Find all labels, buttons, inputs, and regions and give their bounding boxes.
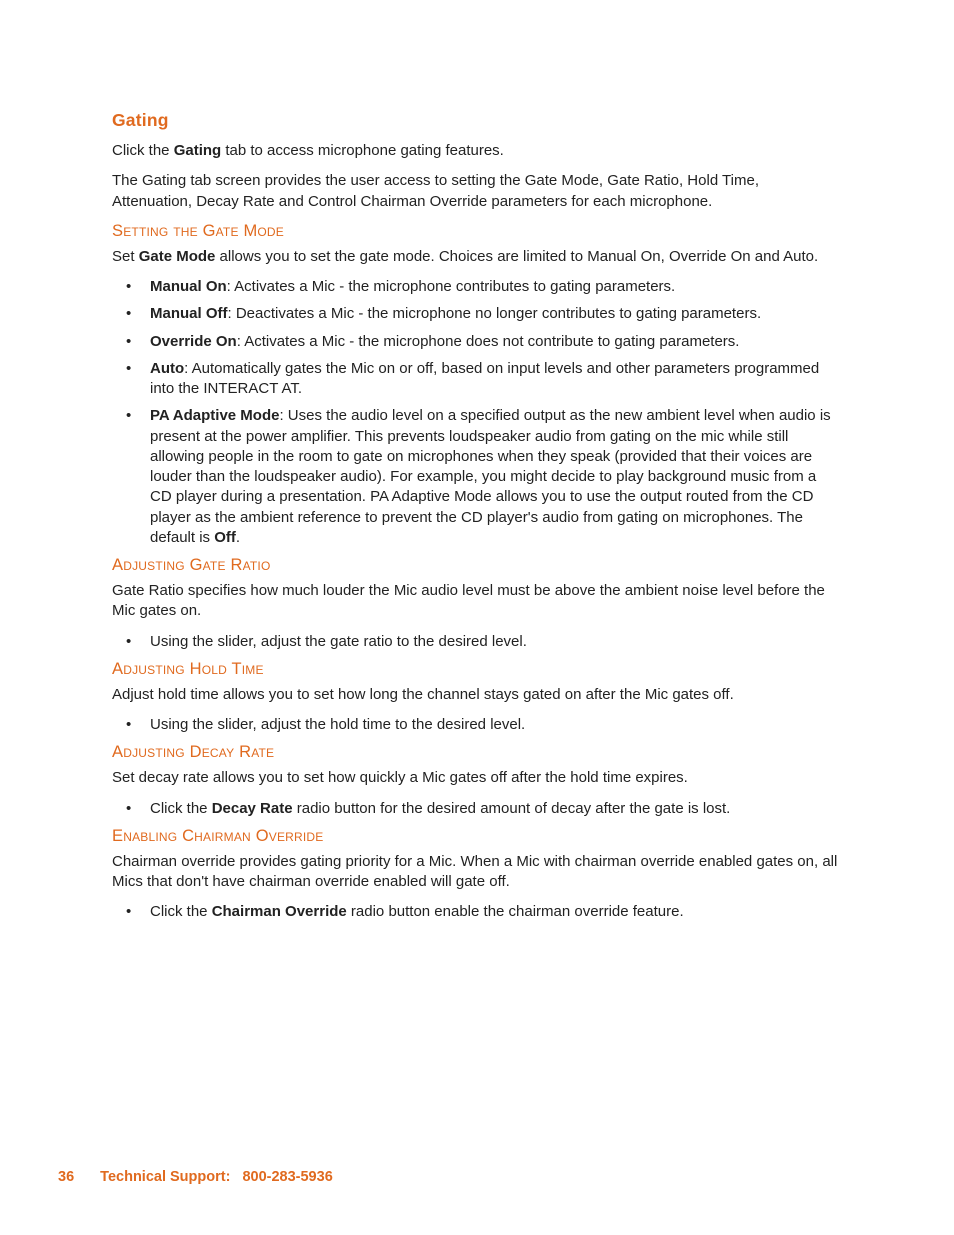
item-text: : Automatically gates the Mic on or off,… [150,360,819,397]
item-label: Override On [150,333,237,350]
decay-rate-para: Set decay rate allows you to set how qui… [112,768,842,788]
decay-rate-list: Click the Decay Rate radio button for th… [112,799,842,819]
bold-off: Off [214,529,236,546]
text: Click the [150,800,212,817]
bold-gating: Gating [174,142,222,159]
item-text: : Activates a Mic - the microphone does … [237,333,740,350]
page-number: 36 [58,1169,74,1185]
subhead-decay-rate: Adjusting Decay Rate [112,743,842,762]
page-footer: 36 Technical Support: 800-283-5936 [58,1169,333,1185]
intro-click: Click the Gating tab to access microphon… [112,141,842,161]
chairman-list: Click the Chairman Override radio button… [112,902,842,922]
list-item: Auto: Automatically gates the Mic on or … [112,359,842,400]
item-label: Manual Off [150,305,228,322]
text: tab to access microphone gating features… [221,142,504,159]
subhead-setting-gate-mode: Setting the Gate Mode [112,222,842,241]
list-item: PA Adaptive Mode: Uses the audio level o… [112,406,842,548]
list-item: Manual Off: Deactivates a Mic - the micr… [112,304,842,324]
gate-ratio-list: Using the slider, adjust the gate ratio … [112,632,842,652]
subhead-gate-ratio: Adjusting Gate Ratio [112,556,842,575]
bold-chairman-override: Chairman Override [212,903,347,920]
gate-mode-list: Manual On: Activates a Mic - the microph… [112,277,842,548]
subhead-chairman: Enabling Chairman Override [112,827,842,846]
item-label: PA Adaptive Mode [150,407,279,424]
text: Set [112,248,139,265]
list-item: Using the slider, adjust the gate ratio … [112,632,842,652]
page-content: Gating Click the Gating tab to access mi… [0,0,954,923]
item-label: Manual On [150,278,227,295]
item-text: : Activates a Mic - the microphone contr… [227,278,676,295]
list-item: Override On: Activates a Mic - the micro… [112,332,842,352]
text: radio button enable the chairman overrid… [347,903,684,920]
item-text: : Deactivates a Mic - the microphone no … [228,305,762,322]
text: Click the [150,903,212,920]
footer-phone: 800-283-5936 [242,1169,332,1185]
section-title: Gating [112,110,842,131]
list-item: Click the Decay Rate radio button for th… [112,799,842,819]
footer-label: Technical Support: [100,1169,230,1185]
text: allows you to set the gate mode. Choices… [215,248,818,265]
text: radio button for the desired amount of d… [293,800,731,817]
item-text: : Uses the audio level on a specified ou… [150,407,831,546]
bold-decay-rate: Decay Rate [212,800,293,817]
set-gate-mode-para: Set Gate Mode allows you to set the gate… [112,247,842,267]
intro-desc: The Gating tab screen provides the user … [112,171,842,212]
list-item: Manual On: Activates a Mic - the microph… [112,277,842,297]
subhead-hold-time: Adjusting Hold Time [112,660,842,679]
list-item: Click the Chairman Override radio button… [112,902,842,922]
hold-time-list: Using the slider, adjust the hold time t… [112,715,842,735]
hold-time-para: Adjust hold time allows you to set how l… [112,685,842,705]
text: . [236,529,240,546]
list-item: Using the slider, adjust the hold time t… [112,715,842,735]
gate-ratio-para: Gate Ratio specifies how much louder the… [112,581,842,622]
item-label: Auto [150,360,184,377]
bold-gate-mode: Gate Mode [139,248,216,265]
text: Click the [112,142,174,159]
chairman-para: Chairman override provides gating priori… [112,852,842,893]
